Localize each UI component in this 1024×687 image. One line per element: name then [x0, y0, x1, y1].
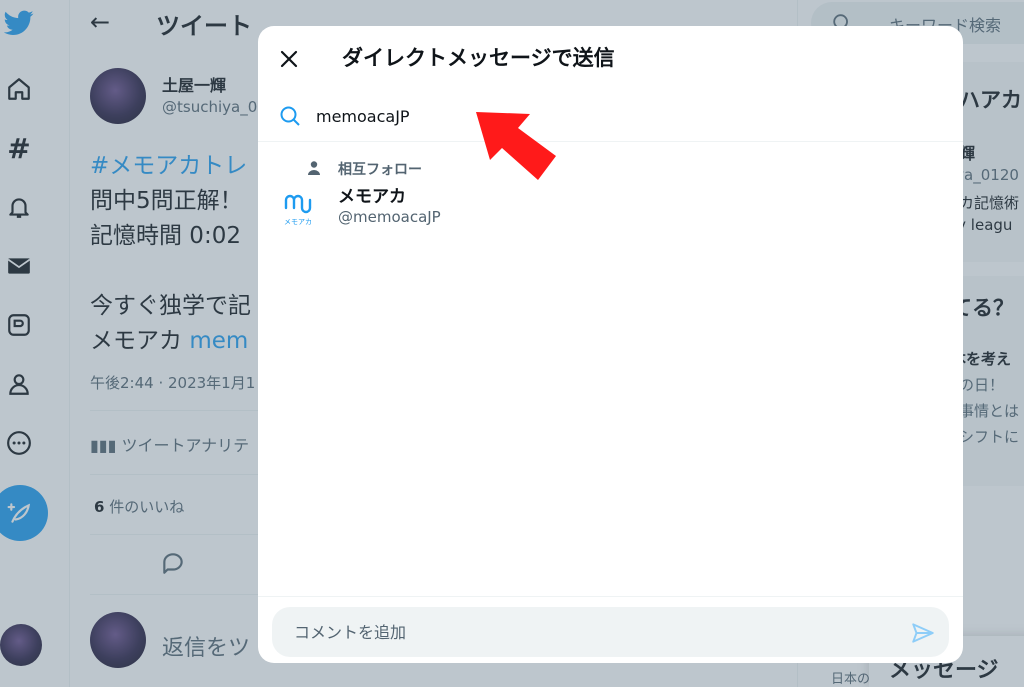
send-icon[interactable] [910, 620, 936, 646]
person-icon [308, 161, 320, 175]
memoaca-logo-avatar: メモアカ [284, 194, 312, 226]
dm-share-dialog: ダイレクトメッセージで送信 相互フォロー メモアカ メモアカ @memoacaJ… [258, 26, 963, 663]
people-search [258, 92, 963, 142]
result-display-name: メモアカ [338, 187, 406, 207]
dialog-title: ダイレクトメッセージで送信 [342, 46, 615, 70]
close-button[interactable] [272, 42, 306, 76]
avatar-logo-text: メモアカ [284, 218, 312, 226]
result-handle: @memoacaJP [338, 208, 441, 226]
mutual-follow-label: 相互フォロー [338, 162, 422, 178]
comment-input[interactable] [294, 617, 874, 647]
search-icon [280, 106, 300, 126]
people-search-input[interactable] [316, 100, 916, 132]
comment-box [272, 607, 949, 657]
search-result-item[interactable]: 相互フォロー メモアカ メモアカ @memoacaJP [258, 152, 963, 232]
red-annotation-arrow-icon [476, 112, 556, 180]
comment-footer [258, 596, 963, 663]
close-icon [280, 50, 298, 68]
